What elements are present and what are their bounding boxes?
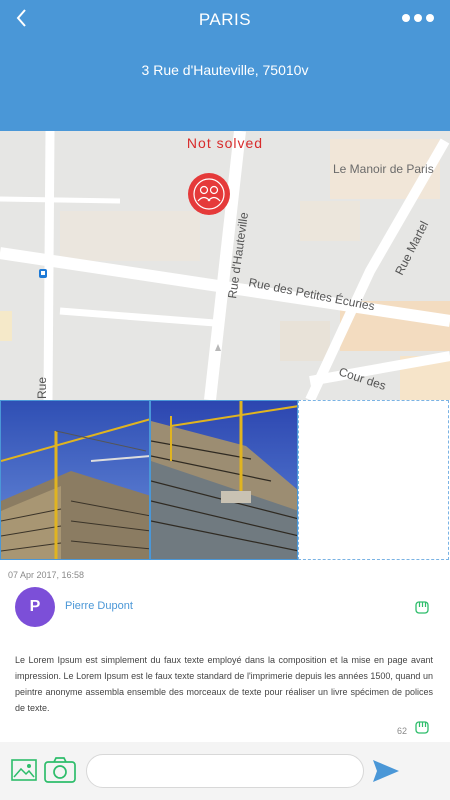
more-icon[interactable] xyxy=(402,12,434,24)
add-photo-slot[interactable] xyxy=(298,400,449,560)
map-view[interactable]: Le Manoir de Paris Rue d'Hauteville Rue … xyxy=(0,131,450,400)
header-bar: PARIS 3 Rue d'Hauteville, 75010v xyxy=(0,0,450,131)
gallery-icon[interactable] xyxy=(11,758,37,782)
post-body: Le Lorem Ipsum est simplement du faux te… xyxy=(15,655,433,713)
send-icon[interactable] xyxy=(372,759,400,783)
message-input[interactable] xyxy=(86,754,364,788)
map-label-rue: Rue xyxy=(35,377,49,399)
map-canvas: Le Manoir de Paris Rue d'Hauteville Rue … xyxy=(0,131,450,400)
camera-icon[interactable] xyxy=(44,756,76,784)
author-name[interactable]: Pierre Dupont xyxy=(65,600,133,612)
avatar[interactable]: P xyxy=(15,587,55,627)
page-title: PARIS xyxy=(198,10,252,29)
reaction-count: 62 xyxy=(397,726,408,736)
map-label-manoir: Le Manoir de Paris xyxy=(333,162,434,176)
map-pin-icon[interactable] xyxy=(188,173,230,215)
photo-thumbnail[interactable] xyxy=(0,400,150,560)
fist-icon[interactable] xyxy=(414,719,430,735)
composer-bar xyxy=(0,742,450,800)
photo-strip xyxy=(0,400,450,560)
address-label: 3 Rue d'Hauteville, 75010v xyxy=(141,62,309,78)
status-badge: Not solved xyxy=(186,135,264,151)
fist-icon[interactable] xyxy=(414,599,430,615)
post-timestamp: 07 Apr 2017, 16:58 xyxy=(8,570,85,580)
photo-thumbnail[interactable] xyxy=(150,400,298,560)
